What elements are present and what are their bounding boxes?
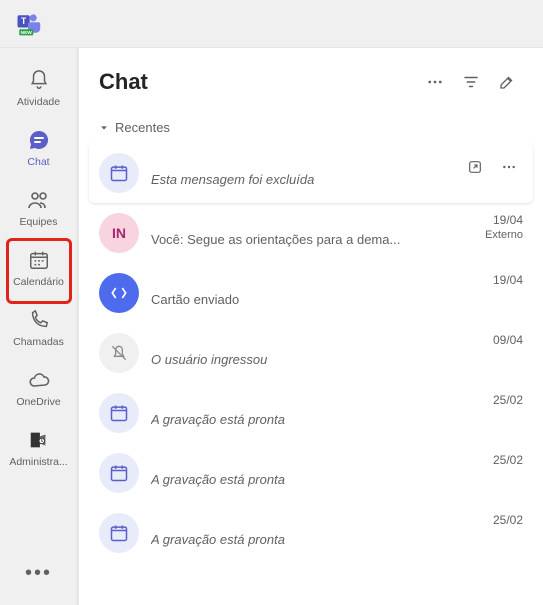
chat-item[interactable]: O usuário ingressou 09/04 — [89, 323, 533, 383]
chat-item[interactable]: IN Você: Segue as orientações para a dem… — [89, 203, 533, 263]
chat-body: A gravação está pronta — [151, 393, 481, 427]
chat-meta: 09/04 — [493, 333, 523, 347]
chat-body: O usuário ingressou — [151, 333, 481, 367]
filter-button[interactable] — [455, 66, 487, 98]
chat-date: 25/02 — [493, 393, 523, 407]
recent-section-toggle[interactable]: Recentes — [79, 112, 543, 143]
rail-label: OneDrive — [16, 396, 60, 408]
chat-date: 25/02 — [493, 513, 523, 527]
rail-item-chat[interactable]: Chat — [4, 118, 74, 174]
chat-more-button[interactable] — [495, 153, 523, 181]
bot-avatar-icon — [99, 273, 139, 313]
chat-item[interactable]: A gravação está pronta 25/02 — [89, 383, 533, 443]
rail-item-admin[interactable]: Administra... — [4, 418, 74, 474]
chat-tag: Externo — [485, 229, 523, 241]
chat-item[interactable]: Cartão enviado 19/04 — [89, 263, 533, 323]
phone-icon — [25, 306, 53, 334]
rail-label: Administra... — [9, 456, 67, 468]
rail-item-calls[interactable]: Chamadas — [4, 298, 74, 354]
calendar-avatar-icon — [99, 153, 139, 193]
chat-date: 19/04 — [493, 273, 523, 287]
chat-title — [151, 273, 481, 290]
chevron-down-icon — [99, 123, 109, 133]
chat-body: A gravação está pronta — [151, 513, 481, 547]
rail-label: Chat — [27, 156, 49, 168]
rail-item-teams[interactable]: Equipes — [4, 178, 74, 234]
chat-title — [151, 213, 473, 230]
rail-label: Chamadas — [13, 336, 64, 348]
muted-avatar-icon — [99, 333, 139, 373]
avatar: IN — [99, 213, 139, 253]
chat-item[interactable]: A gravação está pronta 25/02 — [89, 443, 533, 503]
teams-logo-icon: T NEW — [14, 10, 42, 38]
chat-preview: Você: Segue as orientações para a dema..… — [151, 232, 473, 247]
chat-body: A gravação está pronta — [151, 453, 481, 487]
calendar-avatar-icon — [99, 453, 139, 493]
chat-date: 25/02 — [493, 453, 523, 467]
chat-meta: 25/02 — [493, 513, 523, 527]
chat-body: Esta mensagem foi excluída — [151, 153, 449, 187]
chat-actions — [461, 153, 523, 181]
calendar-avatar-icon — [99, 513, 139, 553]
chat-item[interactable]: Esta mensagem foi excluída — [89, 143, 533, 203]
chat-meta: 19/04 — [493, 273, 523, 287]
open-chat-button[interactable] — [461, 153, 489, 181]
chat-panel: Chat Recentes — [78, 48, 543, 605]
main: Atividade Chat Equipes Calendário Chamad — [0, 48, 543, 605]
bell-icon — [25, 66, 53, 94]
chat-preview: A gravação está pronta — [151, 412, 481, 427]
calendar-avatar-icon — [99, 393, 139, 433]
chat-meta: 19/04 Externo — [485, 213, 523, 241]
chat-list: Esta mensagem foi excluída IN Você: Segu… — [79, 143, 543, 605]
titlebar: T NEW — [0, 0, 543, 48]
chat-preview: A gravação está pronta — [151, 472, 481, 487]
chat-title — [151, 393, 481, 410]
chat-title — [151, 333, 481, 350]
chat-icon — [25, 126, 53, 154]
chat-body: Cartão enviado — [151, 273, 481, 307]
cloud-icon — [25, 366, 53, 394]
svg-text:NEW: NEW — [21, 30, 33, 36]
rail-label: Calendário — [13, 276, 64, 288]
chat-title — [151, 513, 481, 530]
chat-item[interactable]: A gravação está pronta 25/02 — [89, 503, 533, 563]
rail-label: Equipes — [20, 216, 58, 228]
rail-item-calendar[interactable]: Calendário — [4, 238, 74, 294]
chat-meta: 25/02 — [493, 393, 523, 407]
rail-item-activity[interactable]: Atividade — [4, 58, 74, 114]
chat-date: 09/04 — [493, 333, 523, 347]
svg-text:T: T — [21, 16, 27, 26]
recent-label: Recentes — [115, 120, 170, 135]
app-rail: Atividade Chat Equipes Calendário Chamad — [0, 48, 78, 605]
header-more-button[interactable] — [419, 66, 451, 98]
chat-preview: Esta mensagem foi excluída — [151, 172, 449, 187]
rail-more-button[interactable]: ••• — [19, 553, 59, 593]
calendar-icon — [25, 246, 53, 274]
chat-preview: A gravação está pronta — [151, 532, 481, 547]
people-icon — [25, 186, 53, 214]
panel-header: Chat — [79, 48, 543, 112]
chat-preview: O usuário ingressou — [151, 352, 481, 367]
admin-icon — [25, 426, 53, 454]
chat-body: Você: Segue as orientações para a dema..… — [151, 213, 473, 247]
rail-label: Atividade — [17, 96, 60, 108]
chat-date: 19/04 — [493, 213, 523, 227]
chat-title — [151, 153, 449, 170]
panel-title: Chat — [99, 69, 415, 95]
compose-button[interactable] — [491, 66, 523, 98]
chat-preview: Cartão enviado — [151, 292, 481, 307]
chat-title — [151, 453, 481, 470]
chat-meta: 25/02 — [493, 453, 523, 467]
rail-item-onedrive[interactable]: OneDrive — [4, 358, 74, 414]
